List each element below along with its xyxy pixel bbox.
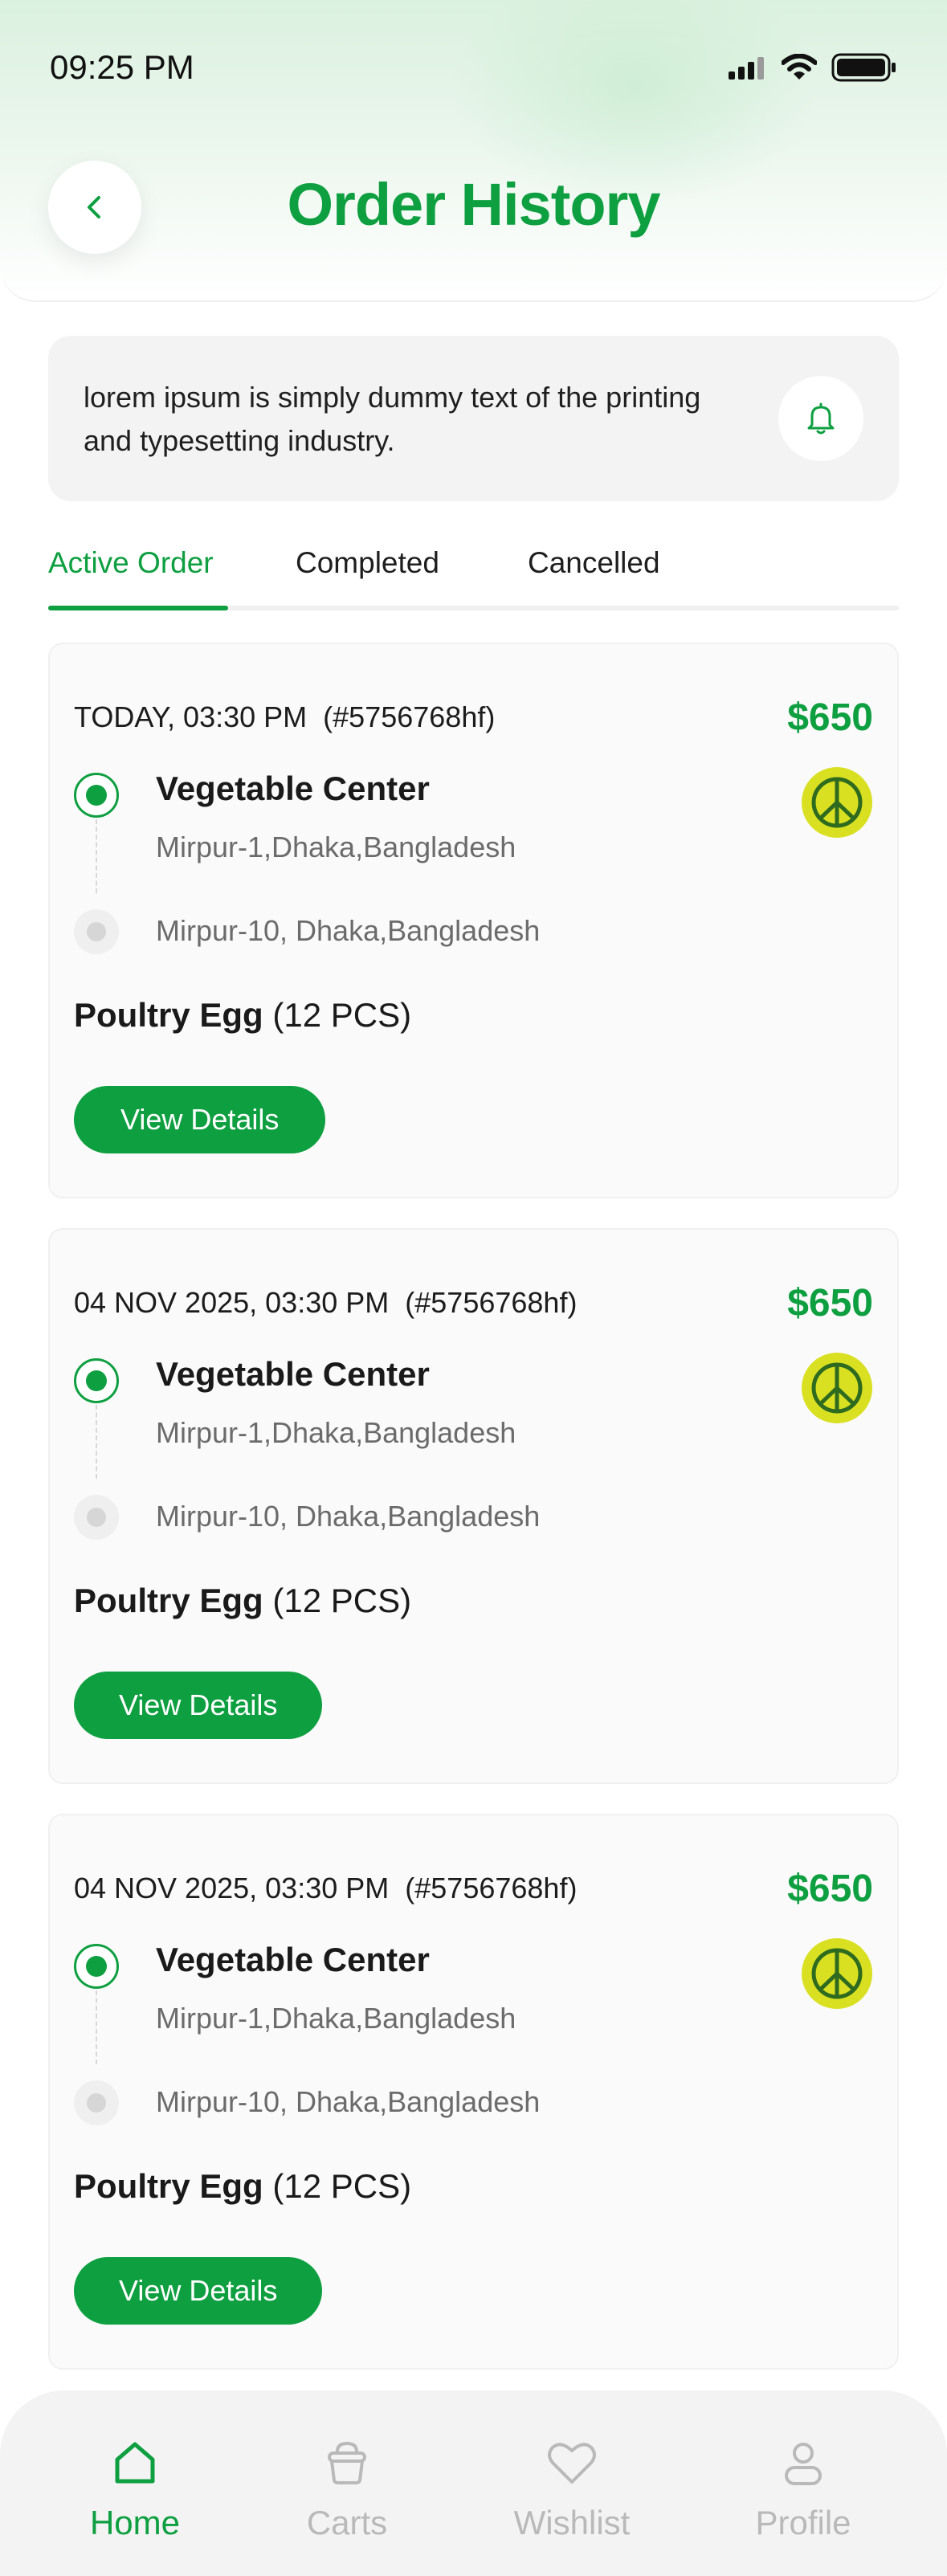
header	[0, 0, 947, 302]
order-id: (#5756768hf)	[405, 1286, 578, 1319]
store-name: Vegetable Center	[156, 1355, 430, 1393]
nav-carts[interactable]: Carts	[267, 2439, 427, 2542]
order-id: (#5756768hf)	[323, 700, 496, 733]
pickup-address: Mirpur-1,Dhaka,Bangladesh	[156, 2002, 516, 2035]
view-details-button[interactable]: View Details	[74, 1672, 323, 1739]
tab-active-order[interactable]: Active Order	[48, 546, 214, 580]
dropoff-address: Mirpur-10, Dhaka,Bangladesh	[156, 2085, 541, 2118]
notification-button[interactable]	[778, 376, 863, 461]
basket-icon	[328, 2441, 366, 2484]
product-name: Poultry Egg	[74, 1582, 263, 1619]
store-logo-icon	[802, 1353, 872, 1423]
dropoff-address: Mirpur-10, Dhaka,Bangladesh	[156, 914, 541, 947]
nav-wishlist[interactable]: Wishlist	[492, 2439, 652, 2542]
wifi-icon	[782, 54, 817, 80]
order-price: $650	[787, 1282, 873, 1325]
user-icon	[785, 2443, 822, 2485]
order-tabs: Active Order Completed Cancelled	[48, 546, 899, 610]
dropoff-address: Mirpur-10, Dhaka,Bangladesh	[156, 1500, 541, 1533]
order-date: TODAY, 03:30 PM	[74, 700, 308, 733]
nav-profile-label: Profile	[755, 2504, 851, 2541]
nav-carts-label: Carts	[306, 2504, 388, 2541]
view-details-button[interactable]: View Details	[74, 1086, 326, 1153]
dropoff-marker	[74, 909, 119, 954]
product-name: Poultry Egg	[74, 996, 263, 1034]
status-icons	[729, 51, 897, 84]
order-card: TODAY, 03:30 PM (#5756768hf) $650 Vegeta…	[48, 643, 899, 1198]
pickup-marker	[74, 1944, 119, 1989]
order-card: 04 NOV 2025, 03:30 PM (#5756768hf) $650 …	[48, 1228, 899, 1784]
product-quantity: (12 PCS)	[272, 996, 412, 1034]
pickup-address: Mirpur-1,Dhaka,Bangladesh	[156, 831, 516, 863]
nav-profile[interactable]: Profile	[723, 2439, 884, 2542]
product-line: Poultry Egg (12 PCS)	[74, 996, 411, 1035]
product-quantity: (12 PCS)	[272, 1582, 412, 1619]
dropoff-marker	[74, 1495, 119, 1540]
page-title: Order History	[287, 171, 660, 238]
dropoff-marker	[74, 2080, 119, 2125]
status-time: 09:25 PM	[50, 48, 194, 86]
route-line	[96, 819, 97, 893]
store-name: Vegetable Center	[156, 770, 430, 807]
order-date-line: 04 NOV 2025, 03:30 PM (#5756768hf)	[74, 1286, 577, 1320]
tab-completed[interactable]: Completed	[296, 546, 439, 580]
product-line: Poultry Egg (12 PCS)	[74, 1582, 411, 1620]
home-icon	[115, 2442, 155, 2484]
product-line: Poultry Egg (12 PCS)	[74, 2167, 411, 2206]
notice-text: lorem ipsum is simply dummy text of the …	[84, 381, 701, 457]
order-card: 04 NOV 2025, 03:30 PM (#5756768hf) $650 …	[48, 1814, 899, 2370]
notice-banner: lorem ipsum is simply dummy text of the …	[48, 336, 899, 501]
order-date: 04 NOV 2025, 03:30 PM	[74, 1872, 390, 1904]
order-id: (#5756768hf)	[405, 1872, 578, 1904]
store-logo-icon	[802, 767, 872, 838]
active-tab-indicator	[48, 606, 228, 610]
store-logo-icon	[802, 1938, 872, 2009]
tab-cancelled[interactable]: Cancelled	[528, 546, 660, 580]
route-line	[96, 1990, 97, 2064]
cellular-signal-icon	[729, 57, 764, 80]
bottom-nav: Home Carts Wishlist Profile	[0, 2390, 947, 2576]
pickup-address: Mirpur-1,Dhaka,Bangladesh	[156, 1416, 516, 1449]
view-details-button[interactable]: View Details	[74, 2257, 323, 2325]
bell-icon	[807, 402, 835, 435]
order-price: $650	[787, 696, 873, 739]
store-name: Vegetable Center	[156, 1941, 430, 1978]
product-name: Poultry Egg	[74, 2167, 263, 2205]
nav-home[interactable]: Home	[55, 2439, 215, 2542]
nav-home-label: Home	[89, 2504, 181, 2541]
heart-icon	[548, 2443, 596, 2484]
order-date-line: 04 NOV 2025, 03:30 PM (#5756768hf)	[74, 1872, 577, 1905]
pickup-marker	[74, 1358, 119, 1403]
order-date: 04 NOV 2025, 03:30 PM	[74, 1286, 390, 1319]
order-date-line: TODAY, 03:30 PM (#5756768hf)	[74, 700, 495, 734]
product-quantity: (12 PCS)	[272, 2167, 412, 2205]
nav-wishlist-label: Wishlist	[513, 2504, 631, 2541]
battery-icon	[831, 53, 896, 82]
pickup-marker	[74, 773, 119, 818]
route-line	[96, 1405, 97, 1479]
order-price: $650	[787, 1868, 873, 1910]
